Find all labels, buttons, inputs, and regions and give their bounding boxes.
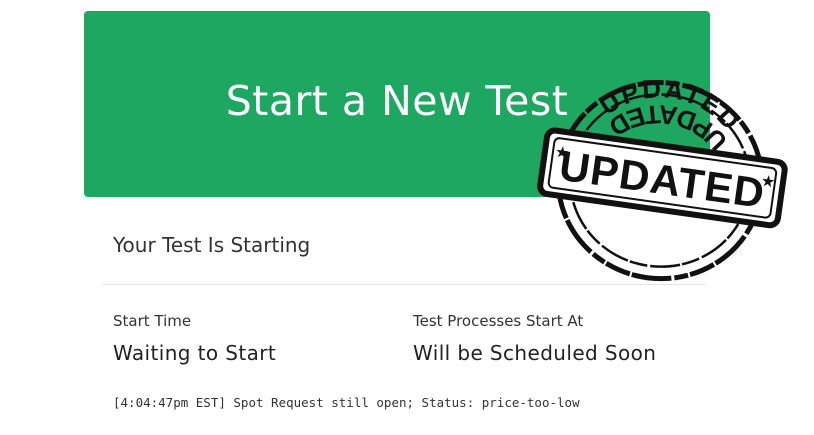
start-time-value: Waiting to Start <box>113 341 277 365</box>
start-time-label: Start Time <box>113 312 192 330</box>
star-icon: ★ <box>760 171 777 192</box>
test-status-heading: Your Test Is Starting <box>113 233 311 257</box>
updated-stamp-graphic: UPDATED UPDATED UPDATED ★ ★ <box>537 64 788 282</box>
page: Start a New Test Your Test Is Starting S… <box>0 0 814 435</box>
updated-stamp: UPDATED UPDATED UPDATED ★ ★ <box>528 64 808 286</box>
star-icon: ★ <box>554 142 571 163</box>
test-processes-value: Will be Scheduled Soon <box>413 341 657 365</box>
test-processes-label: Test Processes Start At <box>413 312 584 330</box>
status-log-line: [4:04:47pm EST] Spot Request still open;… <box>113 395 580 410</box>
